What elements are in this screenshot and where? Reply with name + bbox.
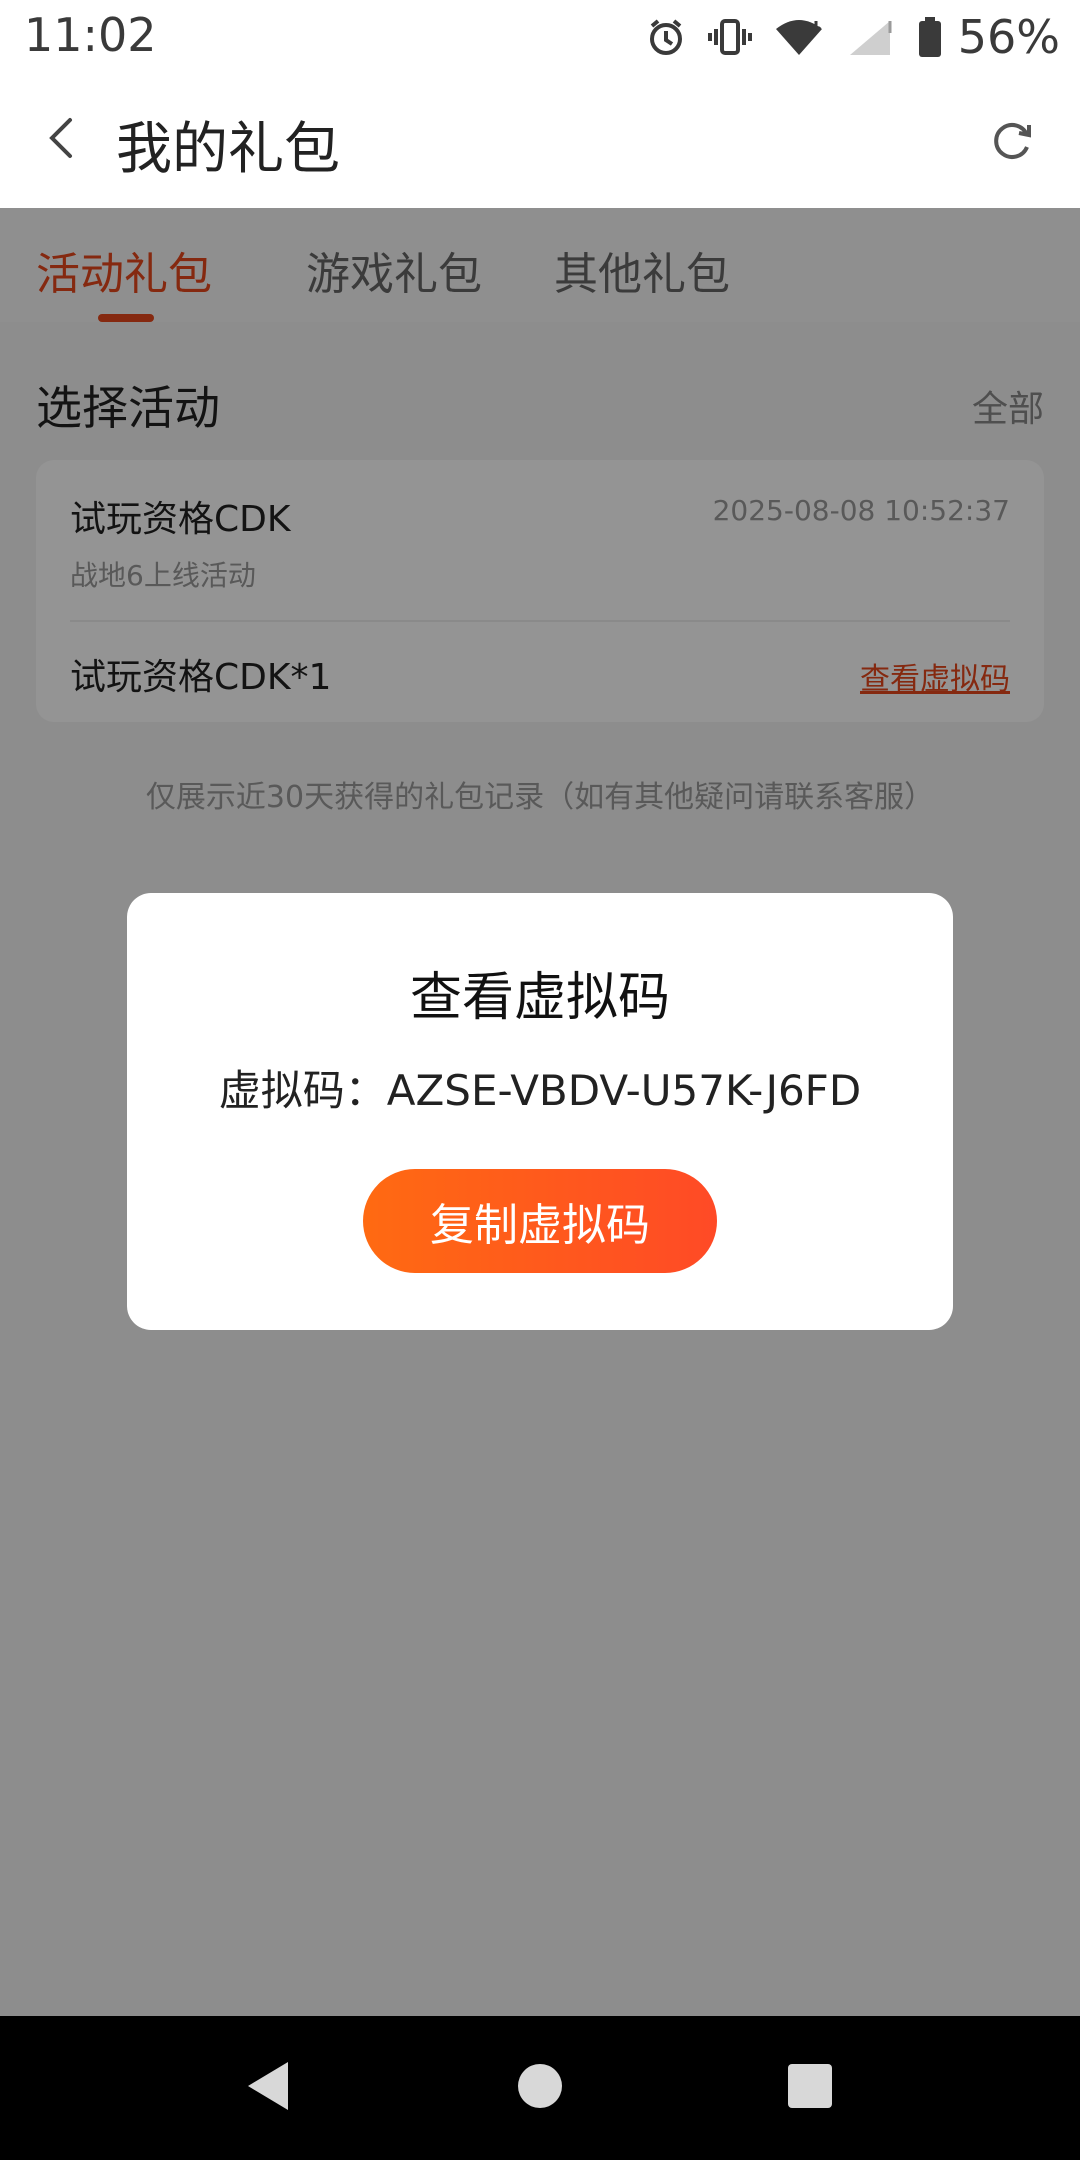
nav-back-button[interactable] — [236, 2056, 300, 2120]
vibrate-icon — [707, 17, 752, 57]
status-icons: 56% — [646, 10, 1060, 64]
chevron-left-icon — [44, 116, 80, 164]
app-bar: 我的礼包 — [0, 72, 1080, 208]
copy-code-button[interactable]: 复制虚拟码 — [363, 1169, 717, 1273]
view-code-dialog: 查看虚拟码 虚拟码：AZSE-VBDV-U57K-J6FD 复制虚拟码 — [127, 893, 953, 1330]
refresh-button[interactable] — [980, 110, 1044, 174]
virtual-code-text: 虚拟码：AZSE-VBDV-U57K-J6FD — [218, 1066, 862, 1115]
circle-home-icon — [516, 2062, 564, 2114]
battery-percent: 56% — [957, 10, 1060, 64]
status-bar: 11:02 56% — [0, 0, 1080, 72]
wifi-icon — [774, 17, 824, 57]
triangle-back-icon — [244, 2060, 292, 2116]
page-title: 我的礼包 — [116, 117, 340, 182]
battery-icon — [918, 17, 942, 57]
square-recents-icon — [786, 2062, 834, 2114]
signal-icon — [846, 17, 896, 57]
nav-recents-button[interactable] — [778, 2056, 842, 2120]
nav-home-button[interactable] — [508, 2056, 572, 2120]
back-button[interactable] — [30, 108, 94, 172]
alarm-icon — [646, 17, 686, 57]
dialog-title: 查看虚拟码 — [409, 968, 670, 1028]
status-time: 11:02 — [24, 8, 157, 62]
system-nav-bar — [0, 2016, 1080, 2160]
refresh-icon — [989, 117, 1035, 167]
